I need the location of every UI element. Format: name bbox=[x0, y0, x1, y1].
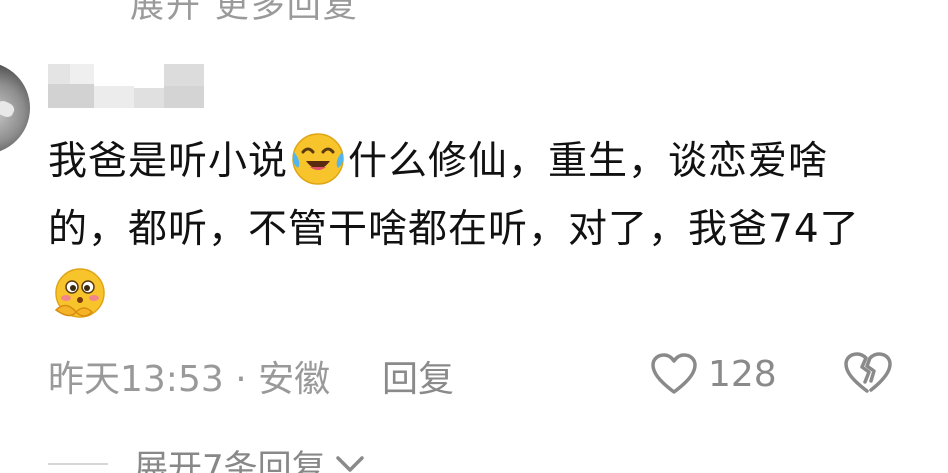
meta-separator: · bbox=[235, 359, 247, 400]
comment-time: 昨天13:53 bbox=[48, 359, 224, 400]
expand-replies-label: 展开7条回复 bbox=[134, 447, 326, 473]
comment-text: 我爸是听小说 什么修仙，重生，谈恋爱啥的，都听，不管干啥都在听，对了，我爸74了 bbox=[48, 128, 908, 332]
divider-line bbox=[48, 463, 108, 465]
comment-card: 展开 更多回复 我爸是听小说 什么修仙，重生，谈恋爱啥的，都听，不管干啥都在听，… bbox=[0, 0, 948, 473]
comment-location: 安徽 bbox=[258, 359, 331, 400]
crying-laughing-emoji bbox=[292, 133, 344, 185]
like-button[interactable]: 128 bbox=[650, 350, 777, 398]
thinking-blush-emoji bbox=[54, 268, 105, 318]
like-count: 128 bbox=[708, 353, 777, 395]
dislike-button[interactable] bbox=[843, 350, 893, 398]
heart-outline-icon bbox=[651, 353, 697, 394]
avatar[interactable] bbox=[0, 62, 30, 154]
chevron-down-icon bbox=[335, 456, 364, 472]
username-mosaic[interactable] bbox=[48, 64, 208, 108]
comment-meta: 昨天13:53 · 安徽 bbox=[48, 350, 330, 402]
comment-text-part1: 我爸是听小说 bbox=[48, 139, 289, 184]
expand-replies-button[interactable]: 展开7条回复 bbox=[48, 440, 366, 473]
broken-heart-icon bbox=[844, 352, 892, 393]
previous-reply-row[interactable]: 展开 更多回复 bbox=[130, 0, 359, 27]
reply-button[interactable]: 回复 bbox=[382, 350, 454, 402]
